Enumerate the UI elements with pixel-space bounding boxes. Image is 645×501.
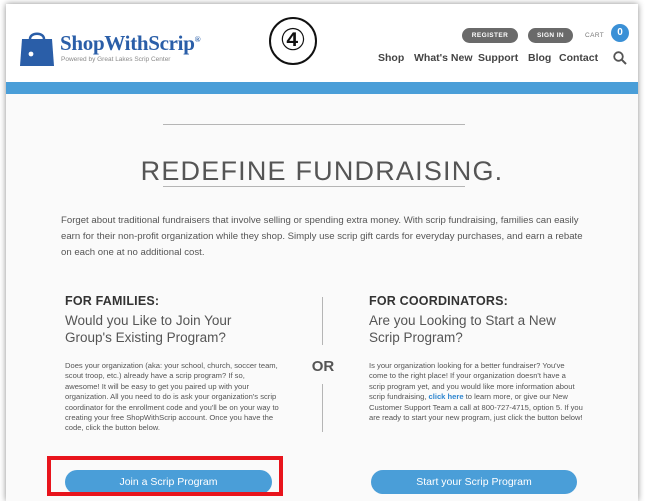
- page-title: REDEFINE FUNDRAISING.: [140, 156, 504, 187]
- browser-viewport: ShopWithScrip® Powered by Great Lakes Sc…: [6, 4, 638, 501]
- title-rule-top: [163, 124, 465, 125]
- shopping-bag-logo-icon: [20, 32, 54, 66]
- logo-tagline: Powered by Great Lakes Scrip Center: [61, 56, 171, 63]
- start-scrip-program-button[interactable]: Start your Scrip Program: [371, 470, 577, 494]
- site-logo[interactable]: ShopWithScrip® Powered by Great Lakes Sc…: [20, 28, 220, 72]
- highlight-box: [47, 456, 283, 496]
- nav-whats-new[interactable]: What's New: [414, 52, 473, 64]
- nav-blog[interactable]: Blog: [528, 52, 551, 64]
- main-content: REDEFINE FUNDRAISING. Forget about tradi…: [6, 94, 638, 501]
- cart-label[interactable]: CART: [585, 28, 604, 43]
- nav-shop[interactable]: Shop: [378, 52, 404, 64]
- coordinators-body: Is your organization looking for a bette…: [369, 361, 584, 423]
- click-here-link[interactable]: click here: [429, 392, 464, 401]
- coordinators-subheading: Are you Looking to Start a New Scrip Pro…: [369, 313, 556, 345]
- families-body: Does your organization (aka: your school…: [65, 361, 279, 433]
- sign-in-button[interactable]: SIGN IN: [528, 28, 573, 43]
- logo-name: ShopWithScrip®: [60, 31, 201, 55]
- nav-contact[interactable]: Contact: [559, 52, 598, 64]
- title-rule-bottom: [163, 186, 465, 187]
- search-icon[interactable]: [613, 51, 627, 65]
- divider-line-upper: [322, 297, 323, 345]
- or-divider-label: OR: [311, 358, 335, 375]
- cart-count-badge[interactable]: 0: [611, 24, 629, 42]
- families-heading: FOR FAMILIES:: [65, 294, 160, 308]
- divider-line-lower: [322, 384, 323, 432]
- intro-text: Forget about traditional fundraisers tha…: [61, 215, 583, 258]
- header-accent-band: [6, 82, 638, 94]
- families-subheading: Would you Like to Join Your Group's Exis…: [65, 313, 232, 345]
- site-header: ShopWithScrip® Powered by Great Lakes Sc…: [6, 4, 638, 82]
- nav-support[interactable]: Support: [478, 52, 518, 64]
- coordinators-heading: FOR COORDINATORS:: [369, 294, 509, 308]
- register-button[interactable]: REGISTER: [462, 28, 518, 43]
- step-marker: ④: [269, 17, 317, 65]
